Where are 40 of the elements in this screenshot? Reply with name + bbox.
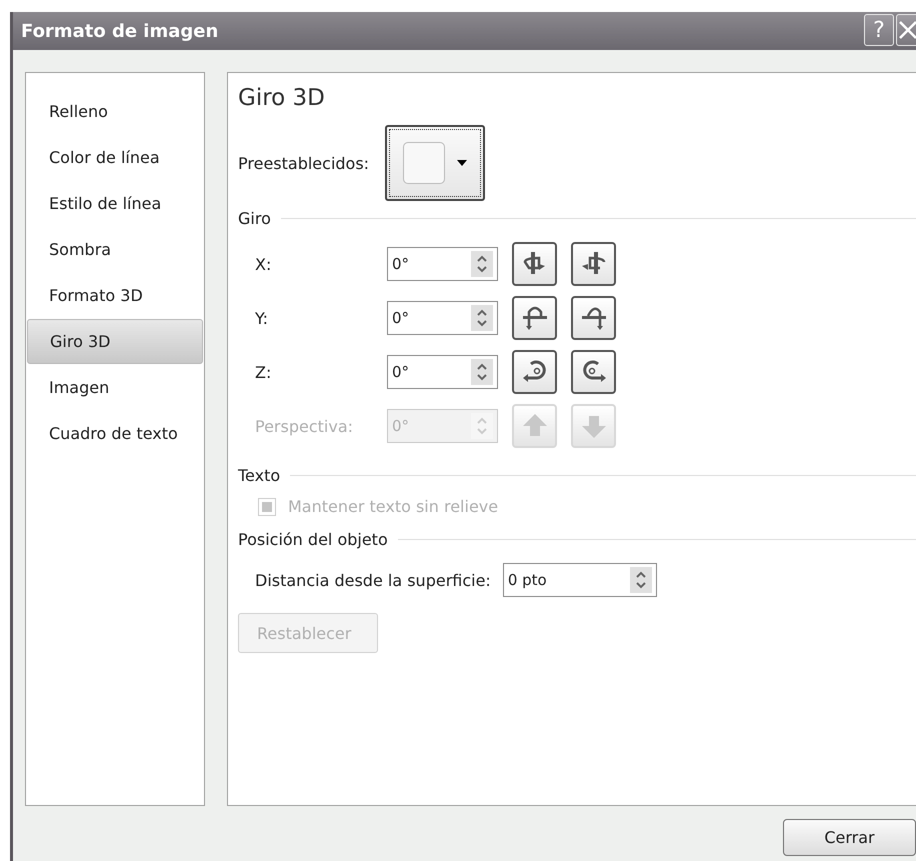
axis-label: Perspectiva: [255,416,354,436]
category-item[interactable]: Imagen [26,365,204,410]
spin-arrows-icon[interactable] [471,251,493,277]
category-item[interactable]: Sombra [26,227,204,272]
window-title: Formato de imagen [21,20,218,42]
close-button[interactable] [896,14,916,46]
spin-arrows-icon[interactable] [630,567,652,593]
preset-swatch-icon [403,142,446,184]
rotation-button[interactable] [512,350,557,394]
rotation-button[interactable] [512,296,557,340]
category-item[interactable]: Relleno [26,89,204,134]
category-item[interactable]: Formato 3D [26,273,204,318]
caret-icon [457,160,468,166]
section-heading: Giro [238,209,271,228]
presets-dropdown[interactable] [385,125,486,201]
spin-field[interactable]: 0° [387,247,498,281]
distance-label: Distancia desde la superficie: [255,570,491,590]
section-heading: Posición del objeto [238,530,388,549]
rotation-button[interactable] [571,350,616,394]
section-heading: Texto [238,466,280,485]
axis-label: X: [255,254,272,274]
category-item[interactable]: Giro 3D [27,319,203,364]
spin-arrows-icon[interactable] [471,359,493,385]
spin-field[interactable]: 0° [387,301,498,335]
axis-label: Z: [255,362,272,382]
category-item[interactable]: Color de línea [26,135,204,180]
rotation-button[interactable] [512,242,557,286]
category-item[interactable]: Cuadro de texto [26,411,204,456]
rotation-button[interactable] [571,242,616,286]
checkbox-label: Mantener texto sin relieve [288,497,498,516]
rotation-button[interactable] [571,296,616,340]
spin-field[interactable]: 0° [387,355,498,389]
category-item[interactable]: Estilo de línea [26,181,204,226]
spin-field[interactable]: 0 pto [502,563,657,597]
close-icon [898,19,916,41]
axis-label: Y: [255,308,270,328]
panel-title: Giro 3D [238,85,326,111]
presets-label: Preestablecidos: [238,154,370,172]
close-dialog-button[interactable]: Cerrar [783,819,916,856]
spin-arrows-icon[interactable] [471,305,493,331]
